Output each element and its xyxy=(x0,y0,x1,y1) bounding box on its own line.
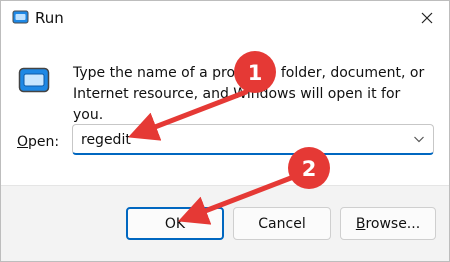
title-bar[interactable]: Run xyxy=(1,1,449,35)
run-dialog-icon xyxy=(18,67,50,93)
run-app-icon xyxy=(12,10,29,24)
browse-accelerator: B xyxy=(355,215,366,232)
open-label: Open: xyxy=(17,132,59,152)
window-title: Run xyxy=(35,9,64,27)
run-dialog: Run Type the name of a program, folder, … xyxy=(0,0,450,262)
open-label-accelerator: O xyxy=(17,134,29,150)
open-input[interactable]: regedit xyxy=(81,131,131,149)
cancel-button[interactable]: Cancel xyxy=(233,207,331,240)
open-combobox[interactable]: regedit xyxy=(72,124,434,155)
open-label-text: pen: xyxy=(28,134,60,150)
ok-button[interactable]: OK xyxy=(126,207,224,240)
close-icon xyxy=(421,12,433,24)
browse-button[interactable]: Browse... xyxy=(340,207,436,240)
close-button[interactable] xyxy=(413,5,441,31)
dialog-description: Type the name of a program, folder, docu… xyxy=(73,65,425,123)
chevron-down-icon[interactable] xyxy=(413,134,425,144)
button-bar: OK Cancel Browse... xyxy=(1,185,449,261)
browse-label-text: rowse... xyxy=(365,215,421,232)
